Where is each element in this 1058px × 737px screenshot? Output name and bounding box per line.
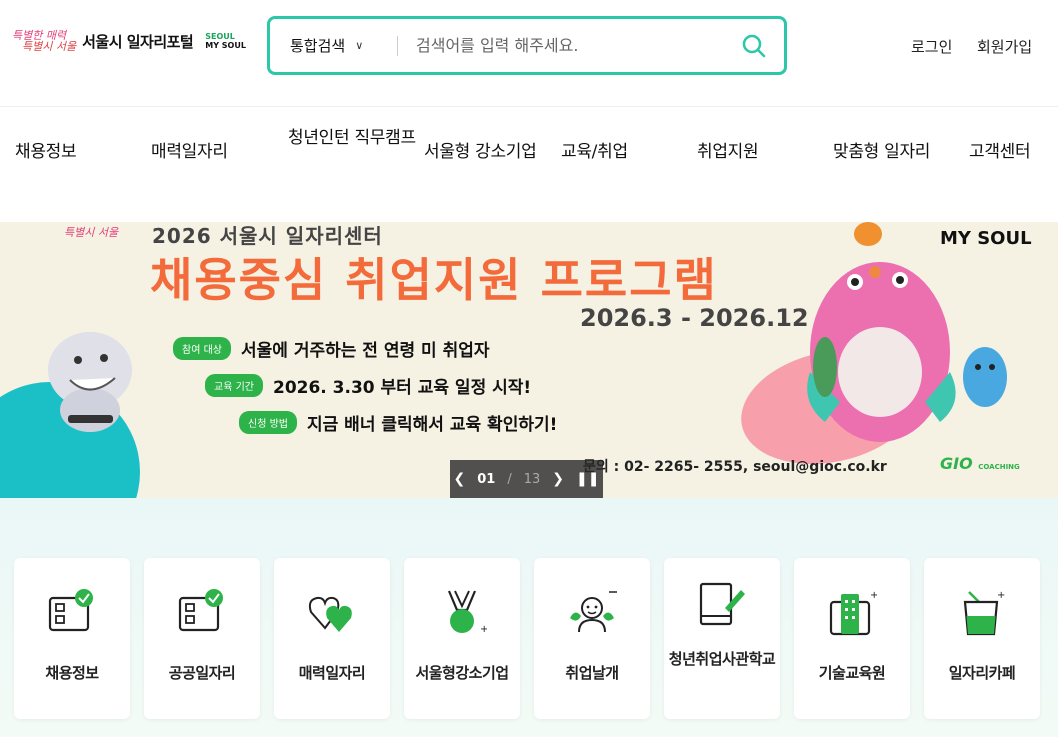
banner-info-row: 신청 방법 지금 배너 클릭해서 교육 확인하기! [239,410,557,435]
search-button[interactable] [724,26,784,66]
banner-info-text: 지금 배너 클릭해서 교육 확인하기! [306,415,558,435]
quick-menu-label: 기술교육원 [818,664,886,682]
person-wings-icon [570,591,617,633]
banner-info-text: 2026. 3.30 부터 교육 일정 시작! [272,378,532,398]
banner-myseoul-logo: MY SOUL [940,228,1032,249]
quick-menu-label: 서울형강소기업 [415,664,509,682]
nav-item-custom-jobs[interactable]: 맞춤형 일자리 [833,124,930,181]
nav-item-jobs[interactable]: 채용정보 [15,124,77,181]
prev-slide-button[interactable]: ❮ [454,471,466,487]
search-input[interactable] [416,36,724,55]
nav-item-attractive-jobs[interactable]: 매력일자리 [151,124,228,181]
site-header: 특별한 매력 특별시 서울 서울시 일자리포털 SEOUL MY SOUL 통합… [0,0,1058,106]
pause-button[interactable]: ❚❚ [576,471,599,487]
quick-menu-public-jobs[interactable]: 공공일자리 [144,558,260,719]
main-banner[interactable]: 특별시 서울 2026 서울시 일자리센터 채용중심 취업지원 프로그램 202… [0,222,1058,498]
banner-tag: 참여 대상 [173,337,231,360]
book-pen-icon [699,582,745,626]
quick-menu-tech-institute[interactable]: + 기술교육원 [794,558,910,719]
quick-menu-label: 채용정보 [45,664,99,682]
quick-menu-youth-academy[interactable]: 청년취업사관학교 [664,558,780,719]
banner-info-text: 서울에 거주하는 전 연령 미 취업자 [240,341,490,361]
banner-info-row: 참여 대상 서울에 거주하는 전 연령 미 취업자 [173,336,490,361]
total-slides: 13 [523,471,541,487]
search-icon [742,34,766,57]
gio-coaching-logo: GIO COACHING [940,454,1020,473]
signup-link[interactable]: 회원가입 [977,36,1032,57]
logo-script: 특별한 매력 특별시 서울 [12,29,77,53]
next-slide-button[interactable]: ❯ [552,471,564,487]
quick-menu-label: 취업날개 [565,664,619,682]
chevron-down-icon: ∨ [355,39,364,52]
mascot-right-illustration [807,222,1007,442]
cup-icon: + [963,590,1005,636]
banner-info-row: 교육 기간 2026. 3.30 부터 교육 일정 시작! [205,373,531,398]
quick-menu-label: 청년취업사관학교 [668,650,776,668]
svg-text:+: + [997,590,1005,601]
site-logo[interactable]: 특별한 매력 특별시 서울 서울시 일자리포털 SEOUL MY SOUL [12,30,246,52]
quick-menu-label: 일자리카페 [948,664,1016,682]
quick-menu-label: 매력일자리 [298,664,366,682]
quick-menu-employment-wings[interactable]: 취업날개 [534,558,650,719]
quick-menu: 채용정보 공공일자리 매력일자리 + 서울형강소기업 취업날개 청년취업사관학교… [0,498,1058,737]
quick-menu-job-cafe[interactable]: + 일자리카페 [924,558,1040,719]
svg-text:+: + [480,624,487,635]
mascot-left-illustration [48,332,132,432]
banner-contact: 문의 : 02- 2265- 2555, seoul@gioc.co.kr [583,459,887,475]
nav-item-education-employment[interactable]: 교육/취업 [561,124,628,181]
banner-pager: ❮ 01 / 13 ❯ ❚❚ [450,460,603,498]
banner-brand: 특별시 서울 [64,226,119,239]
search-box: 통합검색 ∨ [267,16,787,75]
medal-icon: + [447,590,487,635]
job-board-check-icon [48,589,93,632]
main-nav: 채용정보 매력일자리 청년인턴 직무캠프 서울형 강소기업 교육/취업 취업지원… [0,106,1058,222]
search-category-select[interactable]: 통합검색 ∨ [270,35,398,56]
banner-title: 채용중심 취업지원 프로그램 [150,253,718,307]
public-job-check-icon [178,589,223,632]
svg-text:+: + [870,590,877,601]
seoul-my-soul-badge: SEOUL MY SOUL [205,32,246,50]
quick-menu-attractive-jobs[interactable]: 매력일자리 [274,558,390,719]
nav-item-youth-intern-camp[interactable]: 청년인턴 직무캠프 [288,124,416,152]
hearts-icon [308,596,352,632]
nav-item-customer-center[interactable]: 고객센터 [969,124,1031,181]
banner-tag: 신청 방법 [239,411,297,434]
logo-title: 서울시 일자리포털 [82,32,194,51]
banner-tag: 교육 기간 [205,374,263,397]
current-slide: 01 [477,471,496,487]
login-link[interactable]: 로그인 [911,36,952,57]
building-icon: + [829,590,877,636]
nav-item-seoul-small-giants[interactable]: 서울형 강소기업 [424,124,537,181]
quick-menu-seoul-small-giants[interactable]: + 서울형강소기업 [404,558,520,719]
banner-period: 2026.3 - 2026.12 [580,304,809,332]
quick-menu-label: 공공일자리 [168,664,236,682]
slide-separator: / [507,471,512,487]
quick-menu-jobs[interactable]: 채용정보 [14,558,130,719]
nav-item-employment-support[interactable]: 취업지원 [697,124,759,181]
